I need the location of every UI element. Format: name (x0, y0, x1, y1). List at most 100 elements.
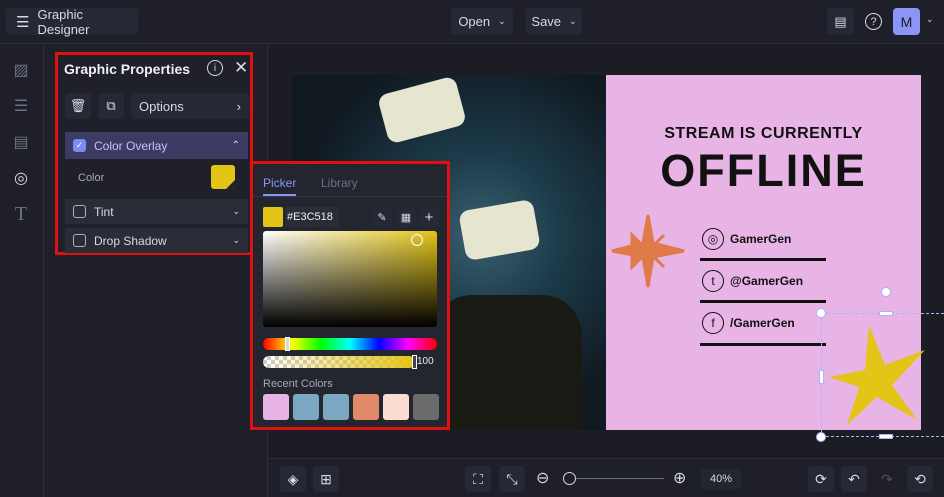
layout-icon[interactable]: ▤ (10, 131, 32, 153)
drop-shadow-label: Drop Shadow (94, 233, 167, 248)
shrink-button[interactable]: ⤡ (499, 466, 525, 492)
info-icon[interactable]: i (207, 60, 223, 76)
bottom-toolbar: ◈ ⊞ ⛶ ⤡ ⊖ ⊕ 40% ⟳ ↶ ↷ ⟲ (268, 458, 944, 497)
color-overlay-row[interactable]: ✓ Color Overlay ⌃ (65, 132, 248, 159)
graphic-properties-panel: Graphic Properties i ✕ 🗑 ⧉ Options › ✓ Co… (55, 52, 253, 255)
options-button[interactable]: Options › (131, 93, 249, 119)
grid-icon[interactable]: ▦ (396, 207, 416, 227)
tab-library[interactable]: Library (321, 176, 358, 190)
grid-view-icon: ⊞ (320, 470, 332, 487)
tint-checkbox[interactable] (73, 205, 86, 218)
divider-line (700, 343, 826, 346)
hue-slider[interactable] (263, 337, 437, 351)
offline-title[interactable]: OFFLINE (606, 145, 921, 197)
resize-handle[interactable] (819, 370, 824, 384)
duplicate-button[interactable]: ⧉ (98, 93, 124, 119)
help-button[interactable]: ? (860, 8, 887, 35)
replace-button[interactable]: ⟳ (808, 466, 834, 492)
handle-text: GamerGen (730, 232, 792, 246)
color-overlay-checkbox[interactable]: ✓ (73, 139, 86, 152)
handle-text: /GamerGen (730, 316, 795, 330)
comments-button[interactable]: ▤ (827, 8, 854, 35)
chevron-down-icon: ⌄ (232, 235, 240, 245)
saturation-field[interactable] (263, 231, 437, 327)
overlay-color-swatch[interactable] (211, 165, 235, 189)
app-title: Graphic Designer (37, 6, 90, 37)
top-bar: ☰ Graphic Designer Open ⌄ Save ⌄ ▤ ? M ⌄ (0, 0, 944, 44)
opacity-value[interactable]: 100 (417, 356, 434, 367)
expand-icon: ⛶ (473, 470, 483, 487)
undo-button[interactable]: ↶ (841, 466, 867, 492)
recent-color-swatch[interactable] (293, 394, 319, 420)
image-icon[interactable]: ▨ (10, 59, 32, 81)
recent-color-swatch[interactable] (263, 394, 289, 420)
vr-headset-image (376, 75, 468, 145)
hex-input[interactable]: #E3C518 (285, 207, 339, 227)
facebook-icon: f (702, 312, 724, 334)
facebook-handle[interactable]: f/GamerGen (702, 312, 795, 334)
zoom-handle[interactable] (563, 472, 576, 485)
layers-button[interactable]: ◈ (280, 466, 306, 492)
tumblr-handle[interactable]: t @GamerGen (702, 270, 803, 292)
swatch-corner-icon (226, 180, 235, 189)
opacity-slider[interactable] (263, 355, 417, 369)
selection-box[interactable] (816, 287, 944, 442)
tab-picker[interactable]: Picker (263, 176, 297, 196)
fit-screen-button[interactable]: ⛶ (465, 466, 491, 492)
avatar[interactable]: M (893, 8, 920, 35)
instagram-handle[interactable]: ◎ GamerGen (702, 228, 791, 250)
avatar-initial: M (900, 13, 913, 30)
redo-button[interactable]: ↷ (874, 466, 900, 492)
rotate-handle[interactable] (881, 287, 891, 297)
add-color-icon[interactable]: + (419, 207, 439, 227)
save-label: Save (531, 14, 562, 29)
color-picker-popover: Picker Library #E3C518 ✎ ▦ + 100 Recent … (250, 161, 450, 430)
text-icon[interactable]: T (10, 203, 32, 225)
grid-view-button[interactable]: ⊞ (313, 466, 339, 492)
chevron-down-icon: ⌄ (569, 16, 577, 26)
hamburger-icon: ☰ (16, 13, 30, 31)
handle-text: @GamerGen (730, 274, 804, 288)
open-label: Open (458, 14, 491, 29)
chevron-right-icon: › (236, 98, 241, 114)
app-menu-button[interactable]: ☰ Graphic Designer (6, 6, 138, 37)
help-icon: ? (865, 13, 882, 30)
hue-handle[interactable] (285, 337, 291, 351)
resize-handle[interactable] (816, 432, 826, 442)
zoom-out-icon[interactable]: ⊖ (536, 468, 549, 488)
shapes-icon[interactable]: ◎ (10, 167, 32, 189)
zoom-in-icon[interactable]: ⊕ (673, 468, 686, 488)
recent-color-swatch[interactable] (383, 394, 409, 420)
chevron-down-icon: ⌄ (498, 16, 506, 26)
zoom-slider[interactable] (563, 472, 664, 485)
vr-headset-image (458, 198, 541, 262)
save-menu-button[interactable]: Save ⌄ (526, 8, 582, 35)
recent-color-swatch[interactable] (413, 394, 439, 420)
refresh-icon: ⟳ (815, 470, 827, 487)
color-label: Color (78, 172, 105, 184)
recent-color-swatch[interactable] (323, 394, 349, 420)
drop-shadow-checkbox[interactable] (73, 234, 86, 247)
adjust-sliders-icon[interactable]: ☰ (10, 95, 32, 117)
close-icon[interactable]: ✕ (234, 58, 248, 78)
duplicate-icon: ⧉ (106, 98, 116, 113)
resize-handle[interactable] (816, 308, 826, 318)
resize-handle[interactable] (879, 311, 893, 316)
tint-row[interactable]: Tint ⌄ (65, 199, 248, 224)
headline-text[interactable]: STREAM IS CURRENTLY (606, 125, 921, 143)
orange-star-shape[interactable] (610, 213, 686, 289)
recent-color-swatch[interactable] (353, 394, 379, 420)
color-overlay-label: Color Overlay (94, 138, 168, 153)
tool-rail: ▨ ☰ ▤ ◎ T (0, 45, 44, 497)
tumblr-icon: t (702, 270, 724, 292)
resize-handle[interactable] (879, 434, 893, 439)
zoom-level[interactable]: 40% (701, 469, 741, 489)
eyedropper-icon[interactable]: ✎ (372, 207, 392, 227)
drop-shadow-row[interactable]: Drop Shadow ⌄ (65, 228, 248, 253)
account-chevron-icon[interactable]: ⌄ (926, 14, 934, 25)
undo-icon: ↶ (848, 470, 860, 487)
open-menu-button[interactable]: Open ⌄ (451, 8, 513, 35)
delete-button[interactable]: 🗑 (65, 93, 91, 119)
history-button[interactable]: ⟲ (907, 466, 933, 492)
saturation-handle[interactable] (411, 234, 423, 246)
